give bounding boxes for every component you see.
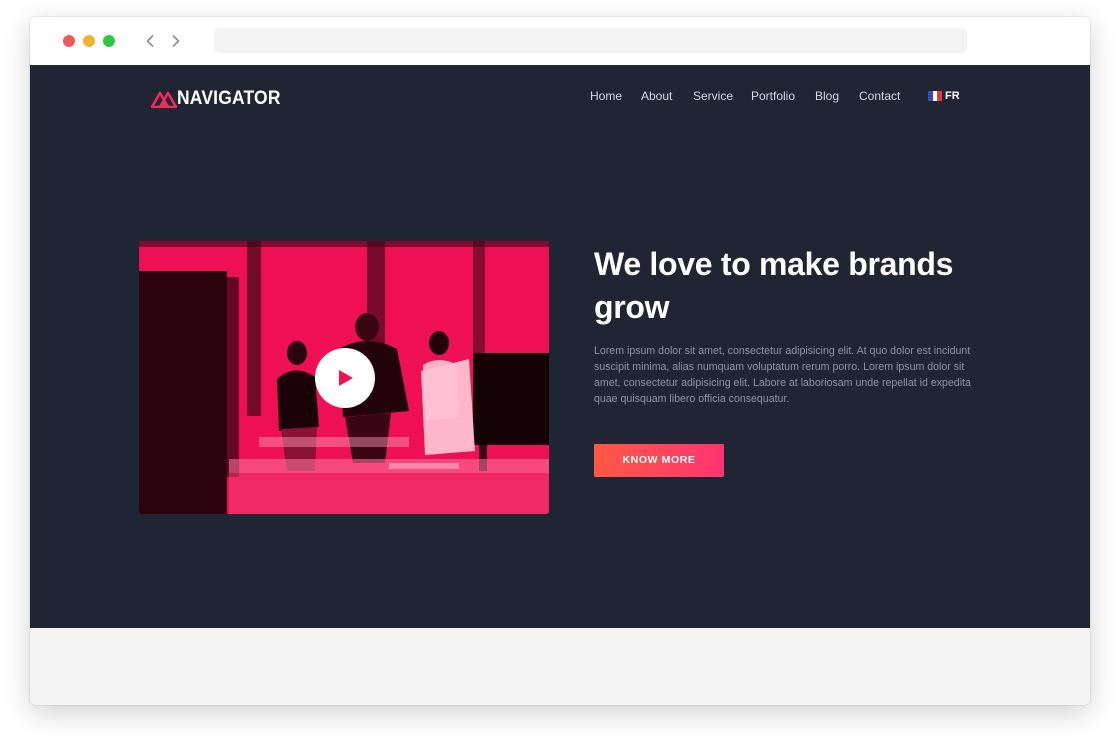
nav-item-contact[interactable]: Contact	[859, 87, 900, 105]
brand-name: NAVIGATOR	[177, 88, 281, 109]
browser-toolbar	[30, 17, 1090, 65]
address-bar[interactable]	[214, 28, 967, 53]
nav-item-portfolio[interactable]: Portfolio	[751, 87, 795, 105]
browser-window: NAVIGATOR Home About Service Portfolio B…	[30, 17, 1090, 705]
france-flag-icon	[928, 91, 943, 101]
nav-item-about[interactable]: About	[641, 87, 672, 105]
next-section	[30, 628, 1090, 705]
play-button[interactable]	[315, 348, 375, 408]
know-more-button[interactable]: KNOW MORE	[594, 444, 724, 477]
language-label: FR	[945, 90, 960, 102]
hero-description: Lorem ipsum dolor sit amet, consectetur …	[594, 345, 971, 405]
forward-icon[interactable]	[168, 30, 184, 52]
page: NAVIGATOR Home About Service Portfolio B…	[0, 0, 1120, 748]
language-switcher[interactable]: FR	[928, 87, 960, 105]
nav-item-home[interactable]: Home	[590, 87, 622, 105]
site-logo[interactable]: NAVIGATOR	[151, 87, 290, 111]
minimize-window-button[interactable]	[83, 35, 95, 47]
nav-item-blog[interactable]: Blog	[815, 87, 839, 105]
navigator-mountain-logo-icon	[151, 91, 177, 108]
play-icon	[339, 370, 353, 386]
maximize-window-button[interactable]	[103, 35, 115, 47]
hero-video-thumbnail[interactable]	[139, 241, 549, 514]
close-window-button[interactable]	[63, 35, 75, 47]
hero-headline: We love to make brands grow	[594, 246, 954, 325]
back-icon[interactable]	[142, 30, 158, 52]
hero-section: NAVIGATOR Home About Service Portfolio B…	[30, 65, 1090, 628]
nav-item-service[interactable]: Service	[693, 87, 733, 105]
